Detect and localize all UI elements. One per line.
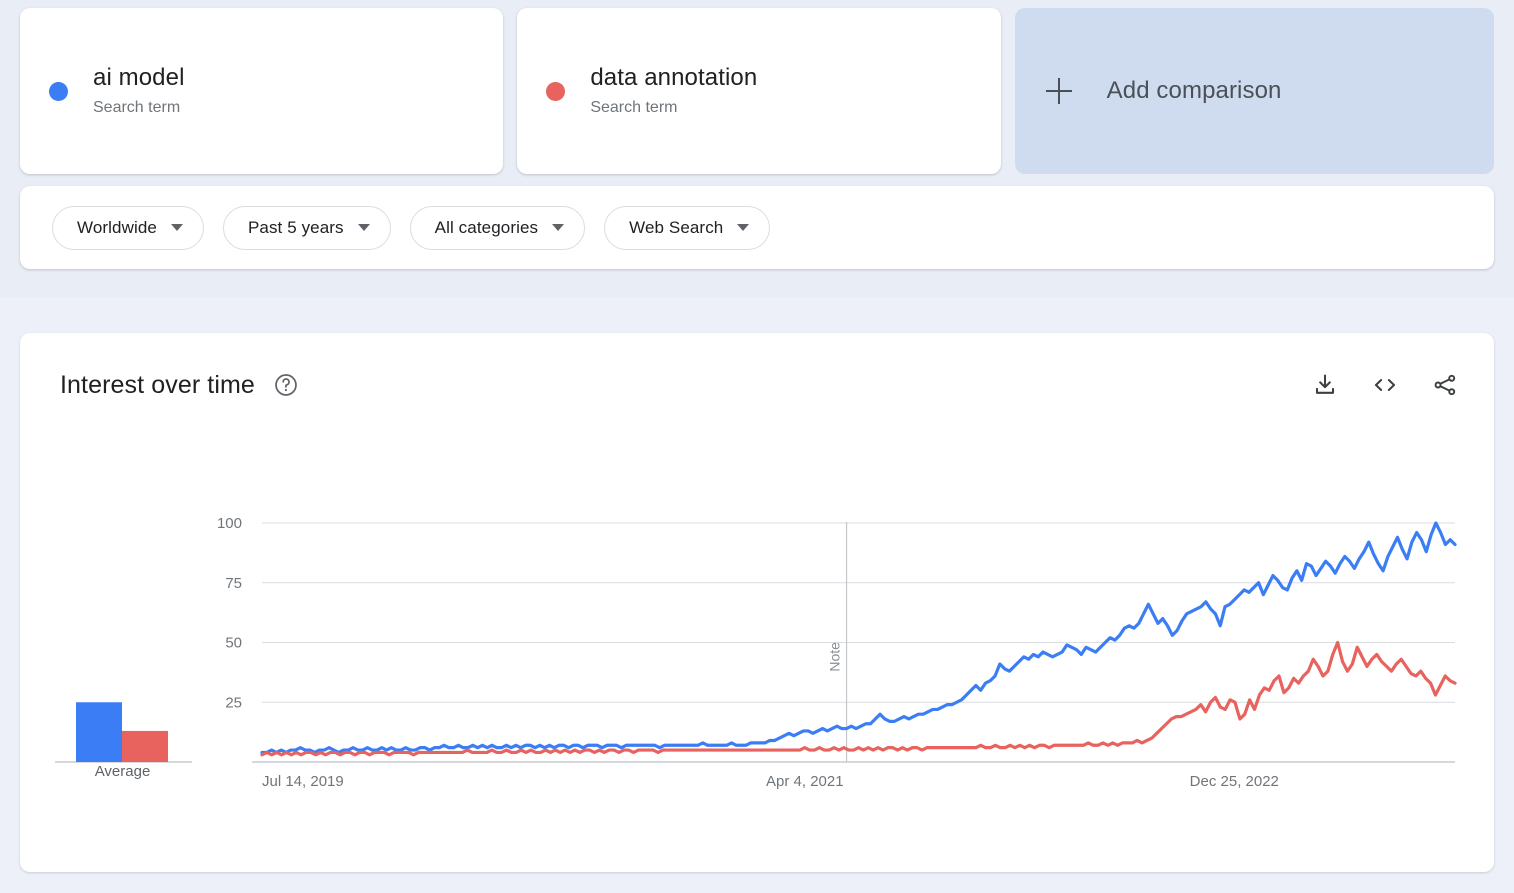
svg-text:75: 75 — [225, 575, 242, 592]
average-label: Average — [94, 763, 151, 780]
search-term-type: Search term — [93, 99, 181, 116]
search-terms-row: ai model Search term data annotation Sea… — [20, 8, 1494, 174]
search-term-card-1[interactable]: ai model Search term — [20, 8, 504, 174]
add-comparison-label: Add comparison — [1106, 77, 1282, 104]
svg-text:Jul 14, 2019: Jul 14, 2019 — [262, 773, 344, 790]
location-filter[interactable]: Worldwide — [52, 205, 204, 250]
filter-bar: Worldwide Past 5 years All categories We… — [20, 186, 1494, 269]
search-type-filter-label: Web Search — [629, 217, 724, 237]
svg-text:25: 25 — [225, 694, 242, 711]
trends-page: ai model Search term data annotation Sea… — [0, 0, 1514, 893]
chevron-down-icon — [737, 224, 750, 231]
svg-text:100: 100 — [217, 515, 242, 532]
svg-text:Apr 4, 2021: Apr 4, 2021 — [766, 773, 844, 790]
search-term-name: data annotation — [590, 64, 758, 91]
search-term-name: ai model — [93, 64, 185, 91]
interest-over-time-card: Interest over time 25 50 75 100 Note Jul… — [20, 333, 1494, 872]
add-comparison-button[interactable]: Add comparison — [1014, 8, 1494, 174]
location-filter-label: Worldwide — [77, 217, 157, 237]
category-filter[interactable]: All categories — [409, 205, 586, 250]
chevron-down-icon — [357, 224, 370, 231]
time-range-filter[interactable]: Past 5 years — [222, 205, 391, 250]
interest-over-time-chart: 25 50 75 100 Note Jul 14, 2019 Apr 4, 2021 Dec … — [55, 515, 1457, 790]
chevron-down-icon — [552, 224, 565, 231]
search-type-filter[interactable]: Web Search — [604, 205, 771, 250]
category-filter-label: All categories — [434, 217, 539, 237]
svg-text:50: 50 — [225, 635, 242, 652]
time-range-filter-label: Past 5 years — [247, 217, 344, 237]
search-term-type: Search term — [590, 99, 678, 116]
svg-text:Note: Note — [827, 642, 843, 672]
series-dot-red — [546, 81, 566, 101]
plus-icon — [1045, 78, 1072, 104]
svg-text:Dec 25, 2022: Dec 25, 2022 — [1190, 773, 1279, 790]
chart-plot-wrap: 25 50 75 100 Note Jul 14, 2019 Apr 4, 2021 Dec … — [20, 333, 1494, 872]
chevron-down-icon — [170, 224, 183, 231]
search-term-card-2[interactable]: data annotation Search term — [517, 8, 1001, 174]
series-dot-blue — [49, 81, 68, 101]
